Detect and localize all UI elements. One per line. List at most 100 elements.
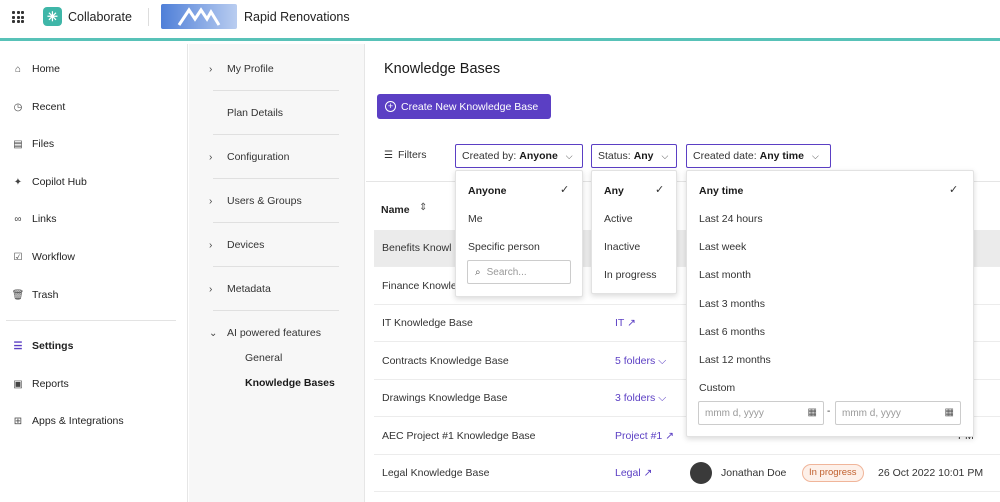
link-icon: ∞ [14, 213, 22, 225]
option-last-week[interactable]: Last week [699, 241, 746, 253]
sparkle-icon: ✦ [13, 176, 23, 188]
create-knowledge-base-button[interactable]: + Create New Knowledge Base [377, 94, 551, 119]
nav-item-apps-integrations[interactable]: ⊞ Apps & Integrations [12, 411, 124, 431]
nav-item-workflow[interactable]: ☑ Workflow [12, 247, 75, 267]
collaborate-logo-icon: ✳ [43, 7, 62, 26]
settings-divider [213, 222, 339, 223]
created-by-dropdown: Anyone ✓ Me Specific person ⌕ Search... [455, 170, 583, 297]
row-location-dropdown[interactable]: 5 folders ⌵ [615, 355, 666, 368]
date-placeholder: mmm d, yyyy [705, 407, 764, 419]
settings-item-ai-features[interactable]: ⌄ AI powered features [209, 324, 321, 342]
option-last-3-months[interactable]: Last 3 months [699, 298, 765, 310]
option-me[interactable]: Me [468, 213, 483, 225]
filter-created-date[interactable]: Created date: Any time ⌵ [686, 144, 831, 168]
nav-item-label: Copilot Hub [32, 176, 87, 188]
nav-item-label: Home [32, 63, 61, 75]
option-custom[interactable]: Custom [699, 382, 735, 394]
settings-item-metadata[interactable]: › Metadata [209, 280, 271, 298]
settings-item-users-groups[interactable]: › Users & Groups [209, 192, 302, 210]
settings-item-configuration[interactable]: › Configuration [209, 148, 289, 166]
location-label: 3 folders [615, 392, 656, 404]
nav-item-settings[interactable]: ☰ Settings [12, 336, 74, 356]
settings-item-plan-details[interactable]: Plan Details [227, 104, 283, 122]
nav-item-label: Files [32, 138, 55, 150]
filter-value: Any time [759, 150, 804, 162]
column-header-name[interactable]: Name [381, 204, 410, 216]
nav-item-label: Reports [32, 378, 69, 390]
sort-icon[interactable]: ⇕ [419, 202, 427, 213]
person-search-input[interactable]: ⌕ Search... [467, 260, 571, 284]
external-link-icon: ↗ [643, 467, 653, 479]
option-anyone[interactable]: Anyone [468, 185, 507, 197]
settings-item-label: AI powered features [227, 327, 321, 339]
location-label: 5 folders [615, 355, 656, 367]
settings-subitem-general[interactable]: General [245, 352, 282, 364]
nav-item-label: Workflow [32, 251, 75, 263]
nav-item-home[interactable]: ⌂ Home [12, 59, 60, 79]
nav-item-trash[interactable]: 🗑 Trash [12, 285, 59, 305]
settings-divider [213, 90, 339, 91]
row-location-link[interactable]: Project #1 ↗ [615, 430, 674, 442]
row-location-dropdown[interactable]: 3 folders ⌵ [615, 392, 666, 405]
option-any[interactable]: Any [604, 185, 624, 197]
nav-item-label: Settings [32, 340, 74, 352]
nav-divider [6, 320, 176, 321]
settings-item-my-profile[interactable]: › My Profile [209, 60, 274, 78]
option-in-progress[interactable]: In progress [604, 269, 657, 281]
plus-circle-icon: + [385, 101, 396, 112]
option-last-24-hours[interactable]: Last 24 hours [699, 213, 763, 225]
search-placeholder: Search... [486, 266, 527, 278]
calendar-icon[interactable]: ▦ [945, 407, 954, 418]
nav-item-recent[interactable]: ◷ Recent [12, 97, 66, 117]
option-active[interactable]: Active [604, 213, 633, 225]
app-grid-icon[interactable] [12, 11, 24, 23]
chevron-down-icon: ⌵ [658, 355, 667, 367]
nav-item-files[interactable]: ▤ Files [12, 134, 54, 154]
chevron-right-icon: › [209, 63, 213, 75]
filter-value: Any [633, 150, 654, 162]
chevron-down-icon: ⌵ [658, 392, 667, 404]
filter-icon: ☰ [384, 149, 393, 161]
filter-status[interactable]: Status: Any ⌵ [591, 144, 677, 168]
nav-item-label: Recent [32, 101, 66, 113]
location-label: Project #1 [615, 430, 663, 442]
settings-item-label: Plan Details [227, 107, 284, 119]
row-location-link[interactable]: IT ↗ [615, 317, 636, 329]
settings-item-devices[interactable]: › Devices [209, 236, 264, 254]
external-link-icon: ↗ [627, 317, 636, 329]
start-date-input[interactable]: mmm d, yyyy ▦ [698, 401, 824, 425]
end-date-input[interactable]: mmm d, yyyy ▦ [835, 401, 961, 425]
option-specific-person[interactable]: Specific person [468, 241, 540, 253]
settings-subitem-knowledge-bases[interactable]: Knowledge Bases [245, 377, 335, 389]
files-icon: ▤ [13, 138, 23, 150]
chevron-right-icon: › [209, 239, 213, 251]
filters-toggle[interactable]: ☰ Filters [384, 149, 427, 161]
settings-item-label: Metadata [227, 283, 271, 295]
nav-item-reports[interactable]: ▣ Reports [12, 374, 69, 394]
settings-item-label: Users & Groups [227, 195, 302, 207]
option-last-month[interactable]: Last month [699, 269, 751, 281]
settings-divider [213, 310, 339, 311]
settings-item-label: My Profile [227, 63, 274, 75]
calendar-icon[interactable]: ▦ [808, 407, 817, 418]
nav-item-copilot-hub[interactable]: ✦ Copilot Hub [12, 172, 87, 192]
settings-item-label: Devices [227, 239, 265, 251]
option-last-12-months[interactable]: Last 12 months [699, 354, 771, 366]
filter-created-by[interactable]: Created by: Anyone ⌵ [455, 144, 583, 168]
row-location-link[interactable]: Legal ↗ [615, 467, 652, 479]
option-any-time[interactable]: Any time [699, 185, 743, 197]
status-dropdown: Any ✓ Active Inactive In progress [591, 170, 677, 294]
check-icon: ✓ [655, 184, 665, 196]
created-date-dropdown: Any time ✓ Last 24 hours Last week Last … [686, 170, 974, 437]
chevron-right-icon: › [209, 283, 213, 295]
nav-item-links[interactable]: ∞ Links [12, 209, 56, 229]
home-icon: ⌂ [14, 63, 22, 75]
option-last-6-months[interactable]: Last 6 months [699, 326, 765, 338]
filter-prefix: Status: [598, 150, 631, 162]
row-name: Finance Knowle [382, 280, 457, 292]
option-inactive[interactable]: Inactive [604, 241, 640, 253]
table-row[interactable]: Legal Knowledge Base Legal ↗ Jonathan Do… [374, 455, 1000, 492]
report-icon: ▣ [13, 378, 23, 390]
settings-divider [213, 178, 339, 179]
create-button-label: Create New Knowledge Base [401, 100, 539, 113]
